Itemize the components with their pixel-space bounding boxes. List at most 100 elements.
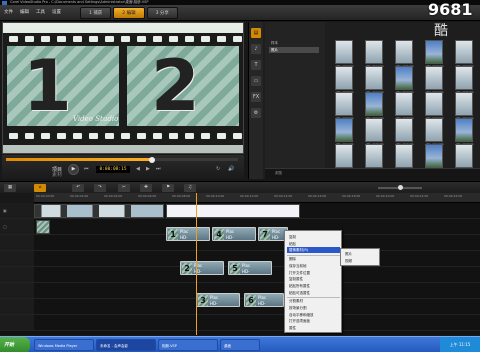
context-menu-item[interactable]: 打开选项面板 (287, 318, 340, 324)
context-menu-item[interactable]: 保存当前帧 (287, 263, 340, 269)
tree-node-photos[interactable]: 照片 (269, 47, 319, 53)
video-clip[interactable] (34, 204, 164, 218)
library-thumbnail[interactable]: IMG_0105.JPG (425, 144, 444, 172)
overlay-clip-1[interactable]: 1 Plac HD- (166, 227, 210, 241)
library-thumbnail[interactable]: IMG_0106.JPG (455, 144, 474, 172)
taskbar-item-desktop[interactable]: 桌面 (220, 339, 260, 351)
library-thumbnail[interactable]: IMG_0108.JPG (395, 92, 414, 120)
step-capture[interactable]: 1 捕获 (80, 7, 112, 19)
menu-tools[interactable]: 工具 (36, 9, 45, 15)
timeline-playhead[interactable] (196, 193, 197, 335)
scrubber-handle[interactable] (149, 156, 156, 163)
storyboard-view-icon[interactable]: ▦ (4, 184, 16, 192)
start-button[interactable]: 开始 (0, 337, 30, 352)
context-menu-item[interactable]: 属性 (287, 325, 340, 331)
settings-tool-icon[interactable]: ⚙ (251, 108, 261, 118)
overlay-track-7[interactable] (34, 315, 480, 331)
library-thumbnail[interactable]: IMG_0104.JPG (335, 118, 354, 146)
overlay-clip-sublabel: HD- (210, 301, 218, 306)
timeline-ruler[interactable]: 00:00:00:00 00:00:02:00 00:00:04:00 00:00:0… (34, 193, 480, 203)
context-menu-item[interactable]: 按场景分割 (287, 305, 340, 311)
step-edit[interactable]: 2 编辑 (113, 7, 145, 19)
clip-mode-label[interactable]: 素材 (52, 171, 62, 178)
next-icon[interactable]: ⏭ (156, 166, 161, 172)
menu-edit[interactable]: 编辑 (20, 9, 29, 15)
video-track-lane[interactable] (34, 203, 480, 219)
context-menu-item[interactable]: 粘贴 (287, 241, 340, 247)
context-menu-item[interactable]: 分割素材 (287, 298, 340, 304)
submenu-item[interactable]: 照片 (343, 251, 379, 257)
graphic-tool-icon[interactable]: ▭ (251, 76, 261, 86)
overlay-track-1[interactable] (34, 219, 480, 235)
library-thumbnail[interactable]: IMG_0107.JPG (365, 92, 384, 120)
library-thumbnail[interactable]: IMG_0109.JPG (425, 92, 444, 120)
library-thumbnail[interactable]: IMG_0104.JPG (395, 144, 414, 172)
menu-file[interactable]: 文件 (4, 9, 13, 15)
overlay-clip-3[interactable]: 3 Plac HD- (196, 293, 240, 307)
library-thumbnail[interactable]: IMG_0106.JPG (395, 118, 414, 146)
library-thumbnail[interactable]: IMG_0104.JPG (365, 40, 384, 68)
audio-mix-icon[interactable]: ♫ (184, 184, 196, 192)
overlay-clip-2[interactable]: 2 Plac HD- (180, 261, 224, 275)
step-back-icon[interactable]: ◀ (136, 166, 140, 172)
volume-icon[interactable]: 🔊 (228, 166, 234, 172)
menu-settings[interactable]: 设置 (52, 9, 61, 15)
step-forward-icon[interactable]: ▶ (146, 166, 150, 172)
library-thumbnail[interactable]: IMG_0105.JPG (395, 40, 414, 68)
overlay-clip-4[interactable]: 4 Plac HD- (212, 227, 256, 241)
library-thumbnail[interactable]: IMG_0108.JPG (455, 118, 474, 146)
video-clip-blank[interactable] (166, 204, 300, 218)
context-menu-item[interactable]: 复制属性 (287, 276, 340, 282)
context-menu-item[interactable]: 删除 (287, 256, 340, 262)
title-tool-icon[interactable]: T (251, 60, 261, 70)
overlay-clip-small[interactable] (36, 220, 50, 234)
audio-tool-icon[interactable]: ♪ (251, 44, 261, 54)
split-icon[interactable]: ✂ (118, 184, 130, 192)
filter-tool-icon[interactable]: FX (251, 92, 261, 102)
library-thumbnail[interactable]: IMG_0103.JPG (365, 144, 384, 172)
timecode-display[interactable]: 0:00:08:15 (96, 166, 130, 173)
taskbar-item-project[interactable]: 相册.VSP (158, 339, 218, 351)
library-thumbnail[interactable]: IMG_0105.JPG (455, 66, 474, 94)
undo-icon[interactable]: ↶ (72, 184, 84, 192)
library-thumbnail[interactable]: IMG_0105.JPG (365, 118, 384, 146)
overlay-track-2[interactable] (34, 235, 480, 251)
context-menu-item[interactable]: 替换素材(R) (287, 247, 340, 254)
media-tool-icon[interactable]: ▤ (251, 28, 261, 38)
library-thumbnail[interactable]: IMG_0108.JPG (335, 66, 354, 94)
overlay-clip-6[interactable]: 6 Plac HD- (244, 293, 284, 307)
library-thumbnail[interactable]: IMG_0109.JPG (335, 144, 354, 172)
step-share[interactable]: 3 分享 (146, 7, 178, 19)
submenu-item[interactable]: 视频 (343, 258, 379, 264)
zoom-handle[interactable] (398, 185, 403, 190)
chapter-icon[interactable]: ⚑ (162, 184, 174, 192)
taskbar-item-videostudio[interactable]: 未命名 - 会声会影 (96, 339, 156, 351)
overlay-clip-sublabel: HD- (226, 235, 234, 240)
library-thumbnail[interactable]: IMG_0103.JPG (455, 92, 474, 120)
tree-node-samples[interactable]: 样本 (269, 40, 319, 46)
context-menu-item[interactable]: 打开文件位置 (287, 270, 340, 276)
previous-icon[interactable]: ⏮ (84, 166, 89, 172)
library-thumbnail[interactable]: IMG_0109.JPG (365, 66, 384, 94)
library-thumbnail[interactable]: IMG_0103.JPG (335, 40, 354, 68)
play-button[interactable]: ▶ (68, 164, 79, 175)
context-menu-item[interactable]: 粘贴可选属性 (287, 290, 340, 296)
repeat-icon[interactable]: ↻ (216, 166, 220, 172)
context-menu-item[interactable]: 自动平移和缩放 (287, 312, 340, 318)
library-thumbnail[interactable]: IMG_0104.JPG (425, 66, 444, 94)
timeline-view-icon[interactable]: ⌂ (34, 184, 46, 192)
library-thumbnail[interactable]: IMG_0106.JPG (335, 92, 354, 120)
context-menu-item[interactable]: 复制 (287, 234, 340, 240)
thumbnail-grid: IMG_0103.JPGIMG_0104.JPGIMG_0105.JPGIMG_… (331, 40, 480, 172)
overlay-clip-5[interactable]: 5 Plac HD- (228, 261, 272, 275)
browse-label[interactable]: 浏览 (275, 171, 282, 176)
context-menu-item[interactable]: 粘贴所有属性 (287, 283, 340, 289)
library-thumbnail[interactable]: IMG_0107.JPG (425, 118, 444, 146)
taskbar-item-media-player[interactable]: Windows Media Player (34, 339, 94, 351)
redo-icon[interactable]: ↷ (94, 184, 106, 192)
window-title: Corel VideoStudio Pro - C:\Documents and… (10, 0, 149, 4)
library-thumbnail[interactable]: IMG_0103.JPG (395, 66, 414, 94)
zoom-slider[interactable] (378, 185, 422, 190)
add-track-icon[interactable]: ✚ (140, 184, 152, 192)
playback-scrubber[interactable] (6, 156, 238, 163)
